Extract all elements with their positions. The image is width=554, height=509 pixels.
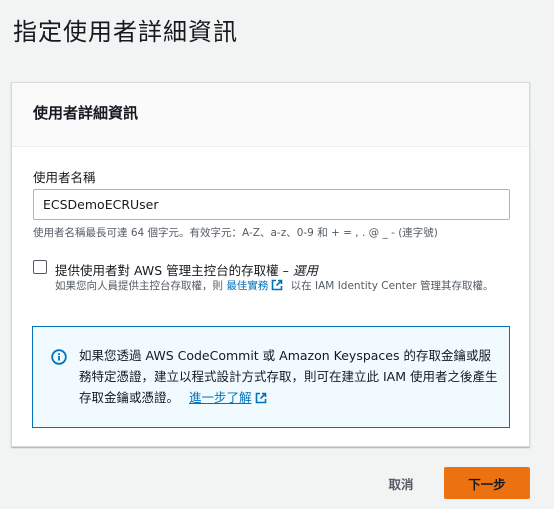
panel-header: 使用者詳細資訊 bbox=[12, 83, 529, 147]
username-input[interactable] bbox=[33, 189, 510, 220]
user-details-panel: 使用者詳細資訊 使用者名稱 使用者名稱最長可達 64 個字元。有效字元：A-Z、… bbox=[11, 82, 530, 447]
cancel-button[interactable]: 取消 bbox=[376, 467, 426, 499]
console-access-description: 如果您向人員提供主控台存取權，則 最佳實務 以在 IAM Identity Ce… bbox=[55, 279, 515, 296]
external-link-icon[interactable] bbox=[255, 389, 267, 410]
next-button[interactable]: 下一步 bbox=[444, 467, 530, 499]
info-text: 如果您透過 AWS CodeCommit 或 Amazon Keyspaces … bbox=[79, 345, 499, 410]
info-icon bbox=[51, 349, 67, 365]
optional-label: 選用 bbox=[292, 263, 318, 278]
learn-more-link[interactable]: 進一步了解 bbox=[189, 390, 252, 405]
console-access-checkbox[interactable] bbox=[33, 260, 47, 274]
info-alert: 如果您透過 AWS CodeCommit 或 Amazon Keyspaces … bbox=[32, 326, 510, 428]
console-access-label-text: 提供使用者對 AWS 管理主控台的存取權 – bbox=[55, 263, 293, 278]
console-access-label[interactable]: 提供使用者對 AWS 管理主控台的存取權 – 選用 bbox=[55, 260, 318, 279]
best-practices-link[interactable]: 最佳實務 bbox=[226, 280, 268, 292]
console-desc-prefix: 如果您向人員提供主控台存取權，則 bbox=[55, 280, 227, 292]
external-link-icon[interactable] bbox=[271, 279, 283, 296]
username-label: 使用者名稱 bbox=[33, 170, 96, 185]
info-message: 如果您透過 AWS CodeCommit 或 Amazon Keyspaces … bbox=[79, 348, 498, 405]
username-hint: 使用者名稱最長可達 64 個字元。有效字元：A-Z、a-z、0-9 和 + = … bbox=[33, 227, 438, 239]
page-title: 指定使用者詳細資訊 bbox=[13, 18, 238, 46]
console-desc-suffix: 以在 IAM Identity Center 管理其存取權。 bbox=[287, 280, 494, 292]
